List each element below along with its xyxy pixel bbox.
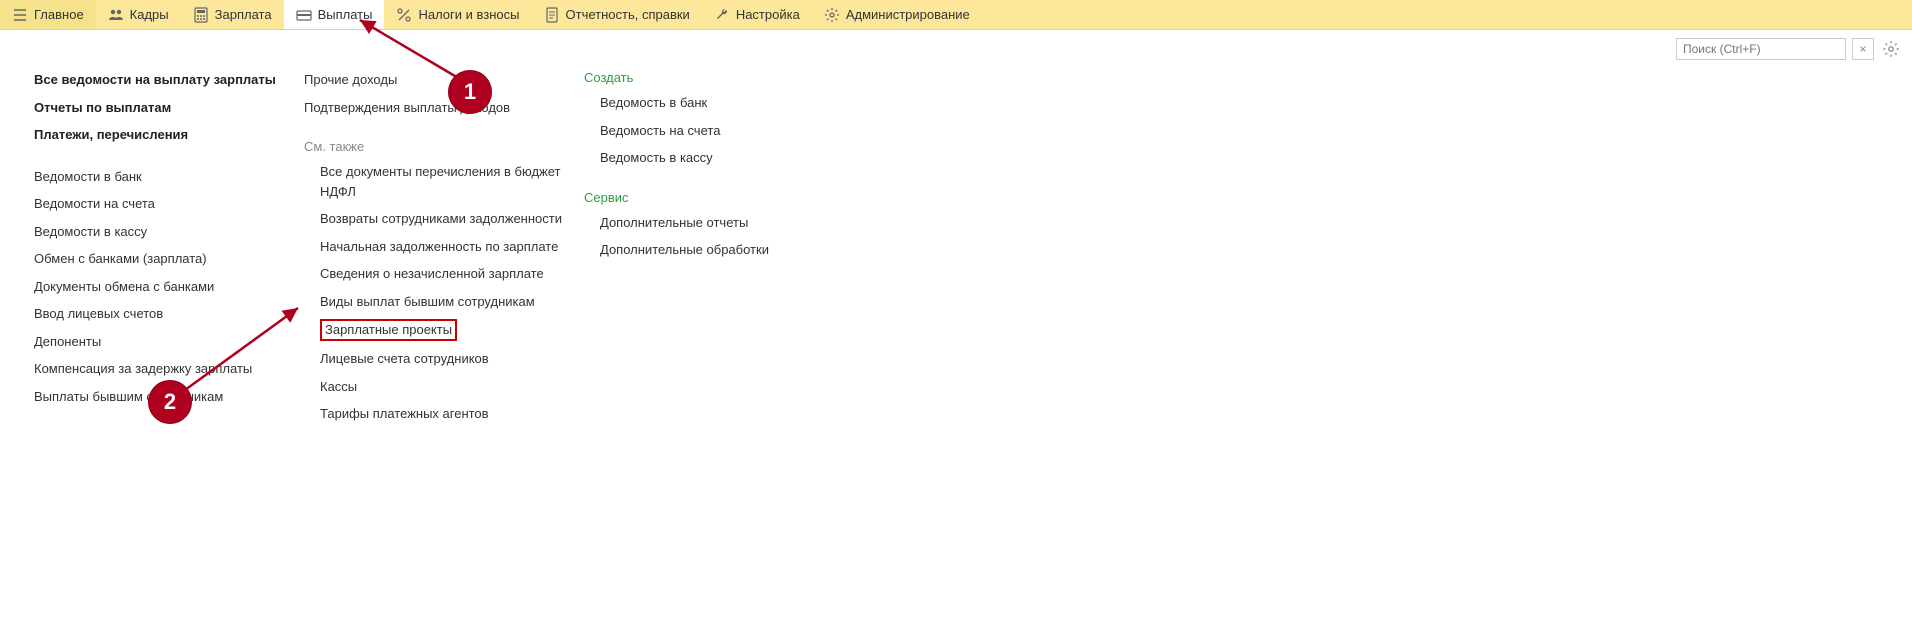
nav-item[interactable]: Начальная задолженность по зарплате bbox=[304, 233, 564, 261]
nav-item[interactable]: Возвраты сотрудниками задолженности bbox=[304, 205, 564, 233]
menu-label: Отчетность, справки bbox=[566, 7, 690, 22]
search-clear-button[interactable]: × bbox=[1852, 38, 1874, 60]
nav-item[interactable]: Ведомости в банк bbox=[34, 163, 284, 191]
menu-personnel[interactable]: Кадры bbox=[96, 0, 181, 29]
columns: Все ведомости на выплату зарплаты Отчеты… bbox=[0, 36, 1912, 442]
menu-reports[interactable]: Отчетность, справки bbox=[532, 0, 702, 29]
search-row: × bbox=[1676, 38, 1902, 60]
see-also-header: См. также bbox=[304, 135, 564, 158]
nav-item[interactable]: Дополнительные обработки bbox=[584, 236, 824, 264]
annotation-marker-1: 1 bbox=[448, 70, 492, 114]
nav-item[interactable]: Ведомость в кассу bbox=[584, 144, 824, 172]
menu-taxes[interactable]: Налоги и взносы bbox=[384, 0, 531, 29]
settings-button[interactable] bbox=[1880, 38, 1902, 60]
calc-icon bbox=[193, 7, 209, 23]
menu-salary[interactable]: Зарплата bbox=[181, 0, 284, 29]
nav-item[interactable]: Лицевые счета сотрудников bbox=[304, 345, 564, 373]
nav-item[interactable]: Ведомости на счета bbox=[34, 190, 284, 218]
people-icon bbox=[108, 7, 124, 23]
wrench-icon bbox=[714, 7, 730, 23]
nav-item[interactable]: Ведомость в банк bbox=[584, 89, 824, 117]
annotation-marker-2: 2 bbox=[148, 380, 192, 424]
menu-label: Зарплата bbox=[215, 7, 272, 22]
nav-item-salary-projects[interactable]: Зарплатные проекты bbox=[304, 315, 564, 345]
nav-item[interactable]: Дополнительные отчеты bbox=[584, 209, 824, 237]
nav-item[interactable]: Ведомость на счета bbox=[584, 117, 824, 145]
close-icon: × bbox=[1859, 42, 1866, 56]
nav-item[interactable]: Компенсация за задержку зарплаты bbox=[34, 355, 284, 383]
gear-icon bbox=[1882, 40, 1900, 58]
group-other-income: Прочие доходы Подтверждения выплаты дохо… bbox=[304, 66, 564, 121]
nav-item[interactable]: Тарифы платежных агентов bbox=[304, 400, 564, 428]
marker-label: 1 bbox=[464, 79, 476, 105]
menu-payments[interactable]: Выплаты bbox=[284, 0, 385, 29]
menu-settings[interactable]: Настройка bbox=[702, 0, 812, 29]
wallet-icon bbox=[296, 7, 312, 23]
menu-admin[interactable]: Администрирование bbox=[812, 0, 982, 29]
column-middle: Прочие доходы Подтверждения выплаты дохо… bbox=[304, 66, 564, 442]
group-secondary: Ведомости в банк Ведомости на счета Ведо… bbox=[34, 163, 284, 411]
nav-item[interactable]: Ведомости в кассу bbox=[34, 218, 284, 246]
group-service: Дополнительные отчеты Дополнительные обр… bbox=[584, 209, 824, 264]
nav-item[interactable]: Подтверждения выплаты доходов bbox=[304, 94, 564, 122]
nav-item[interactable]: Виды выплат бывшим сотрудникам bbox=[304, 288, 564, 316]
nav-item[interactable]: Сведения о незачисленной зарплате bbox=[304, 260, 564, 288]
group-see-also: Все документы перечисления в бюджет НДФЛ… bbox=[304, 158, 564, 428]
menu-label: Главное bbox=[34, 7, 84, 22]
menu-icon bbox=[12, 7, 28, 23]
create-section-title: Создать bbox=[584, 66, 824, 89]
service-section-title: Сервис bbox=[584, 186, 824, 209]
column-right: Создать Ведомость в банк Ведомость на сч… bbox=[584, 66, 824, 442]
nav-item[interactable]: Документы обмена с банками bbox=[34, 273, 284, 301]
group-main: Все ведомости на выплату зарплаты Отчеты… bbox=[34, 66, 284, 149]
doc-icon bbox=[544, 7, 560, 23]
top-menubar: Главное Кадры Зарплата Выплаты Налоги и … bbox=[0, 0, 1912, 30]
nav-item[interactable]: Все документы перечисления в бюджет НДФЛ bbox=[304, 158, 564, 205]
highlighted-label: Зарплатные проекты bbox=[320, 319, 457, 341]
menu-label: Выплаты bbox=[318, 7, 373, 22]
menu-label: Администрирование bbox=[846, 7, 970, 22]
nav-item[interactable]: Кассы bbox=[304, 373, 564, 401]
menu-label: Кадры bbox=[130, 7, 169, 22]
menu-main[interactable]: Главное bbox=[0, 0, 96, 29]
nav-item[interactable]: Ввод лицевых счетов bbox=[34, 300, 284, 328]
gear-icon bbox=[824, 7, 840, 23]
nav-item[interactable]: Все ведомости на выплату зарплаты bbox=[34, 66, 284, 94]
marker-label: 2 bbox=[164, 389, 176, 415]
content-area: × Все ведомости на выплату зарплаты Отче… bbox=[0, 30, 1912, 442]
nav-item[interactable]: Прочие доходы bbox=[304, 66, 564, 94]
group-create: Ведомость в банк Ведомость на счета Ведо… bbox=[584, 89, 824, 172]
menu-label: Налоги и взносы bbox=[418, 7, 519, 22]
nav-item[interactable]: Платежи, перечисления bbox=[34, 121, 284, 149]
nav-item[interactable]: Депоненты bbox=[34, 328, 284, 356]
menu-label: Настройка bbox=[736, 7, 800, 22]
nav-item[interactable]: Отчеты по выплатам bbox=[34, 94, 284, 122]
percent-icon bbox=[396, 7, 412, 23]
nav-item[interactable]: Обмен с банками (зарплата) bbox=[34, 245, 284, 273]
search-input[interactable] bbox=[1676, 38, 1846, 60]
